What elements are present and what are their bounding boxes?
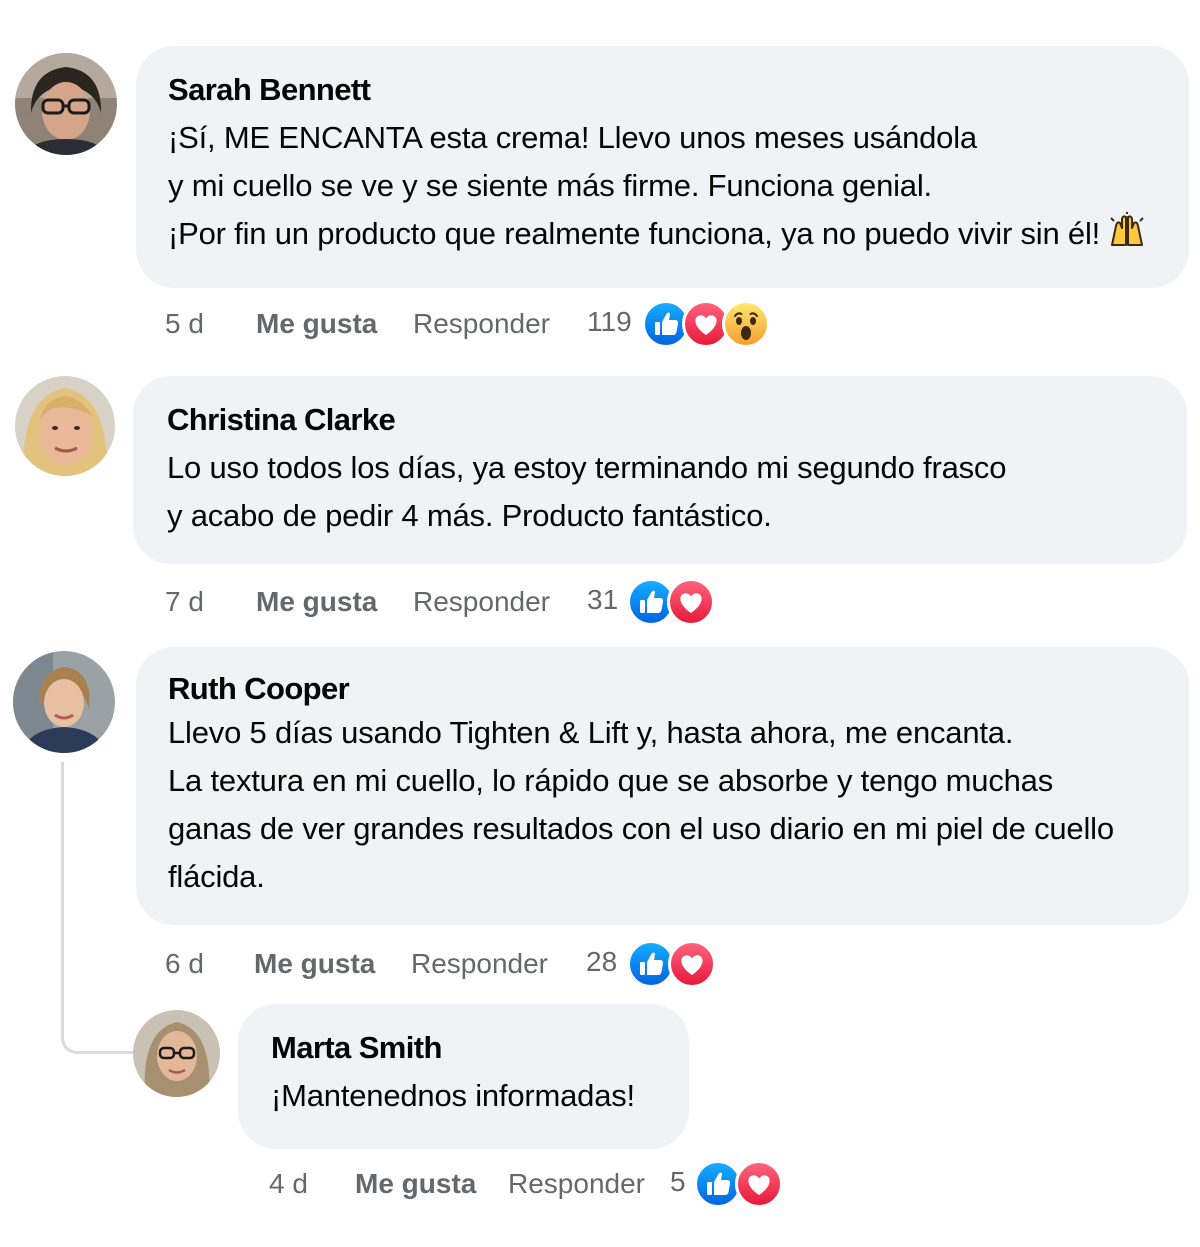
comment-actions: 7 d Me gusta Responder 31 [0,578,1200,626]
comment-line: Llevo 5 días usando Tighten & Lift y, ha… [168,715,1014,750]
comment-text: Lo uso todos los días, ya estoy terminan… [167,444,1187,540]
comment-actions: 5 d Me gusta Responder 119 [0,300,1200,348]
comment-bubble: Ruth Cooper Llevo 5 días usando Tighten … [136,647,1189,925]
comment-text: ¡Sí, ME ENCANTA esta crema! Llevo unos m… [168,114,1189,264]
comment-line: ¡Por fin un producto que realmente funci… [168,210,1189,264]
profile-photo-icon [15,376,115,476]
reaction-count[interactable]: 5 [670,1166,686,1198]
comment-timestamp[interactable]: 4 d [269,1168,308,1200]
reply-thread-connector [61,762,135,1054]
profile-photo-icon [13,651,115,753]
comment-bubble: Sarah Bennett ¡Sí, ME ENCANTA esta crema… [136,46,1189,288]
avatar-sarah-bennett[interactable] [15,53,117,155]
comment-line: ¡Sí, ME ENCANTA esta crema! Llevo unos m… [168,120,977,155]
love-reaction-icon[interactable] [735,1160,783,1208]
comment-bubble: Christina Clarke Lo uso todos los días, … [133,376,1187,564]
reaction-count[interactable]: 119 [587,306,632,338]
avatar-marta-smith[interactable] [133,1010,220,1097]
comment-author[interactable]: Sarah Bennett [168,72,1189,108]
reaction-count[interactable]: 31 [587,584,618,616]
comment-line: ¡Mantenednos informadas! [271,1078,635,1113]
love-reaction-icon[interactable] [667,578,715,626]
comment-author[interactable]: Marta Smith [271,1030,689,1066]
wow-reaction-icon[interactable] [722,300,770,348]
reaction-count[interactable]: 28 [586,946,617,978]
profile-photo-icon [133,1010,220,1097]
love-reaction-icon[interactable] [668,940,716,988]
comment-line-text: ¡Por fin un producto que realmente funci… [168,216,1101,251]
comment-line: ganas de ver grandes resultados con el u… [168,811,1114,846]
comment-timestamp[interactable]: 7 d [165,586,204,618]
comment-timestamp[interactable]: 5 d [165,308,204,340]
comment-author[interactable]: Christina Clarke [167,402,1187,438]
reply-button[interactable]: Responder [413,308,550,340]
comment-line: Lo uso todos los días, ya estoy terminan… [167,450,1007,485]
avatar-ruth-cooper[interactable] [13,651,115,753]
like-button[interactable]: Me gusta [355,1168,476,1200]
comment-actions: 4 d Me gusta Responder 5 [0,1160,1200,1208]
comment-actions: 6 d Me gusta Responder 28 [0,940,1200,988]
reply-button[interactable]: Responder [413,586,550,618]
comment-line: flácida. [168,859,265,894]
profile-photo-icon [15,53,117,155]
reply-button[interactable]: Responder [508,1168,645,1200]
comment-timestamp[interactable]: 6 d [165,948,204,980]
like-button[interactable]: Me gusta [256,308,377,340]
raising-hands-emoji-icon [1108,212,1146,264]
avatar-christina-clarke[interactable] [15,376,115,476]
reply-bubble: Marta Smith ¡Mantenednos informadas! [238,1004,689,1149]
like-button[interactable]: Me gusta [254,948,375,980]
comment-text: ¡Mantenednos informadas! [271,1072,689,1120]
like-button[interactable]: Me gusta [256,586,377,618]
reply-button[interactable]: Responder [411,948,548,980]
comment-line: y mi cuello se ve y se siente más firme.… [168,168,932,203]
comment-author[interactable]: Ruth Cooper [168,671,1189,707]
comment-line: La textura en mi cuello, lo rápido que s… [168,763,1054,798]
comment-line: y acabo de pedir 4 más. Producto fantást… [167,498,772,533]
comment-text: Llevo 5 días usando Tighten & Lift y, ha… [168,709,1189,901]
